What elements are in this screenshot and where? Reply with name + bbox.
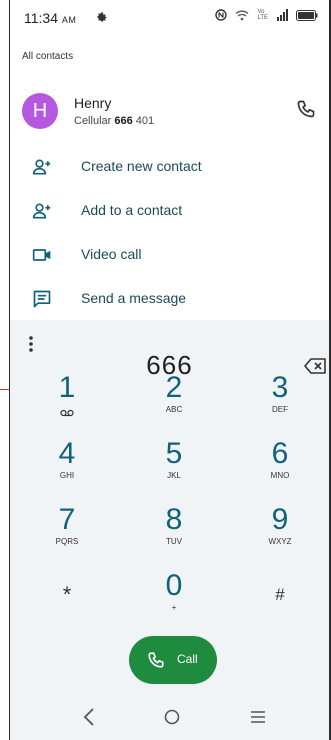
contact-number-match: 666 (114, 115, 133, 127)
key-letters: PQRS (55, 537, 79, 546)
navigation-bar (10, 700, 329, 740)
send-message-action[interactable]: Send a message (12, 279, 328, 319)
phone-icon[interactable] (296, 99, 316, 119)
contact-name: Henry (74, 95, 112, 111)
action-label: Video call (81, 246, 142, 262)
key-letters: DEF (272, 405, 288, 414)
contact-number: Cellular 666 401 (74, 115, 154, 127)
call-label: Call (177, 652, 198, 666)
wifi-icon (236, 10, 249, 21)
status-time-value: 11:34 (24, 10, 58, 26)
key-digit: 5 (165, 437, 183, 470)
phone-icon (148, 652, 164, 668)
action-label: Create new contact (81, 158, 202, 174)
video-call-action[interactable]: Video call (12, 235, 328, 275)
lte-icon: Vo LTE (257, 9, 268, 21)
person-add-icon (32, 203, 51, 219)
voicemail-icon (60, 409, 74, 417)
key-star[interactable]: * (17, 578, 117, 642)
action-label: Send a message (81, 290, 187, 306)
recents-icon[interactable] (250, 710, 266, 724)
action-label: Add to a contact (81, 202, 183, 218)
all-contacts-label: All contacts (22, 51, 74, 62)
key-7[interactable]: 7 PQRS (17, 504, 117, 568)
contact-number-type: Cellular (74, 115, 112, 127)
gear-icon (97, 12, 107, 22)
key-1[interactable]: 1 (17, 372, 117, 436)
phone-screen: 11:34 AM Vo LTE All contacts H Henry Cel… (0, 0, 331, 740)
contact-number-rest: 401 (132, 115, 155, 127)
key-letters: + (171, 603, 177, 612)
contact-suggestion-row[interactable]: H Henry Cellular 666 401 (12, 87, 328, 135)
key-letters: ABC (165, 405, 183, 414)
key-3[interactable]: 3 DEF (230, 372, 330, 436)
key-letters: GHI (59, 471, 75, 480)
status-time-ampm: AM (61, 15, 77, 25)
key-4[interactable]: 4 GHI (17, 438, 117, 502)
key-digit: * (62, 582, 72, 607)
key-digit: 2 (165, 371, 183, 404)
key-6[interactable]: 6 MNO (230, 438, 330, 502)
key-8[interactable]: 8 TUV (124, 504, 224, 568)
dialpad: 666 1 2 ABC 3 DEF 4 GHI 5 JKL 6 MNO 7 PQ… (10, 320, 329, 740)
create-new-contact-action[interactable]: Create new contact (12, 147, 328, 187)
signal-icon (277, 9, 288, 21)
avatar: H (22, 93, 58, 129)
key-digit: 9 (271, 503, 289, 536)
add-to-contact-action[interactable]: Add to a contact (12, 191, 328, 231)
status-icons: Vo LTE (215, 9, 318, 21)
video-call-icon (32, 249, 51, 261)
key-0[interactable]: 0 + (124, 570, 224, 634)
back-icon[interactable] (82, 707, 96, 727)
key-5[interactable]: 5 JKL (124, 438, 224, 502)
key-digit: 8 (165, 503, 183, 536)
status-bar: 11:34 AM Vo LTE (12, 0, 328, 36)
message-icon (33, 290, 51, 308)
key-digit: 6 (271, 437, 289, 470)
status-time: 11:34 AM (24, 10, 76, 26)
nfc-icon (215, 9, 228, 21)
call-button[interactable]: Call (129, 636, 217, 684)
battery-icon (296, 9, 318, 21)
key-digit: # (275, 585, 285, 604)
lte-label-bottom: LTE (257, 15, 268, 21)
key-digit: 7 (58, 503, 76, 536)
key-hash[interactable]: # (230, 578, 330, 642)
key-letters: JKL (167, 471, 181, 480)
key-digit: 0 (165, 569, 183, 602)
key-letters: TUV (166, 537, 182, 546)
key-letters: MNO (270, 471, 290, 480)
key-digit: 1 (58, 371, 76, 404)
key-digit: 3 (271, 371, 289, 404)
home-icon[interactable] (164, 709, 180, 725)
key-digit: 4 (58, 437, 76, 470)
key-2[interactable]: 2 ABC (124, 372, 224, 436)
key-9[interactable]: 9 WXYZ (230, 504, 330, 568)
person-add-icon (32, 159, 51, 175)
key-letters: WXYZ (268, 537, 292, 546)
